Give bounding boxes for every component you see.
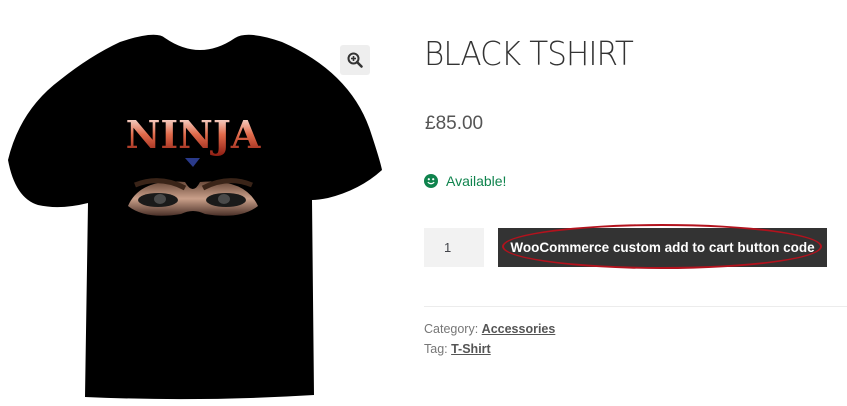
product-price: £85.00 [425,113,484,134]
add-to-cart-button[interactable]: WooCommerce custom add to cart button co… [498,228,827,267]
smiley-icon [424,174,438,188]
product-image[interactable]: NINJA [0,0,400,406]
magnifier-plus-icon [347,52,363,68]
stock-status-label: Available! [446,173,507,189]
zoom-button[interactable] [340,45,370,75]
tag-link[interactable]: T-Shirt [451,342,491,356]
stock-status: Available! [424,173,506,189]
category-prefix: Category: [424,322,482,336]
quantity-input[interactable] [424,228,484,267]
tshirt-print-text: NINJA [126,112,261,157]
product-title: BLACK TSHIRT [424,34,634,73]
category-link[interactable]: Accessories [482,322,556,336]
product-tag: Tag: T-Shirt [424,342,491,356]
tag-prefix: Tag: [424,342,452,356]
divider [424,306,847,307]
product-category: Category: Accessories [424,322,555,336]
